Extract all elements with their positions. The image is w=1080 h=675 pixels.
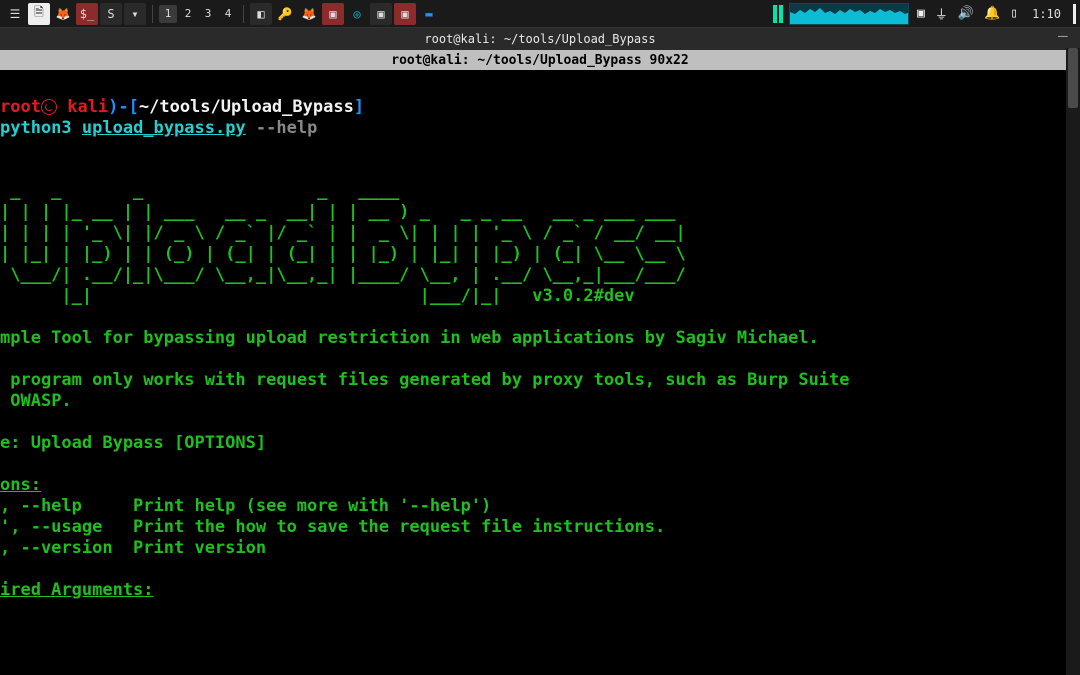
- app-icon[interactable]: ▣: [394, 3, 416, 25]
- scrollbar[interactable]: [1066, 48, 1080, 675]
- taskbar: ☰ 🗎 🦊 $_ S ▾ 1 2 3 4 ◧ 🔑 🦊 ▣ ◎ ▣ ▣ ▬ ▣ ⏚…: [0, 0, 1080, 28]
- minimize-icon[interactable]: –: [1058, 31, 1072, 45]
- firefox2-icon[interactable]: 🦊: [298, 3, 320, 25]
- files-icon[interactable]: 🗎: [28, 3, 50, 25]
- prompt-at-icon: [41, 97, 57, 117]
- volume-icon[interactable]: 🔊: [958, 6, 974, 21]
- burp-icon[interactable]: ▣: [322, 3, 344, 25]
- screenshot-icon[interactable]: ◧: [250, 3, 272, 25]
- battery-icon[interactable]: ▯: [1010, 6, 1018, 21]
- sublime-icon[interactable]: S: [100, 3, 122, 25]
- terminal-dimensions: root@kali: ~/tools/Upload_Bypass 90x22: [391, 53, 688, 68]
- cmd-arg: --help: [256, 118, 317, 138]
- folder-icon[interactable]: ▬: [418, 3, 440, 25]
- keepass-icon[interactable]: 🔑: [274, 3, 296, 25]
- cpu-graph[interactable]: [789, 3, 909, 25]
- usage-line: e: Upload Bypass [OPTIONS]: [0, 433, 266, 453]
- edge-handle[interactable]: [1073, 4, 1076, 24]
- camera-icon[interactable]: ▣: [917, 6, 925, 21]
- tool-description: mple Tool for bypassing upload restricti…: [0, 328, 819, 348]
- ascii-art-line: | | | | '_ \| |/ _ \ / _` |/ _` | | _ \|…: [0, 223, 686, 243]
- terminal-dimensions-bar: root@kali: ~/tools/Upload_Bypass 90x22: [0, 50, 1080, 70]
- terminal-icon[interactable]: $_: [76, 3, 98, 25]
- cpu-bar-icon: [773, 5, 783, 23]
- option-row: , --version Print version: [0, 538, 266, 558]
- prompt-host: kali: [67, 97, 108, 117]
- ascii-art-line: |_| |___/|_| v3.0.2#dev: [0, 286, 635, 306]
- separator: [152, 5, 153, 23]
- options-header: ons:: [0, 475, 41, 495]
- menu-icon[interactable]: ☰: [4, 3, 26, 25]
- required-args-header: ired Arguments:: [0, 580, 154, 600]
- prompt-user: root: [0, 97, 41, 117]
- prompt-line-1: root kali)-[~/tools/Upload_Bypass]: [0, 97, 364, 117]
- separator: [243, 5, 244, 23]
- ascii-art-line: _ _ _ _ ____: [0, 181, 399, 201]
- ascii-art-line: \___/| .__/|_|\___/ \__,_|\__,_| |____/ …: [0, 265, 686, 285]
- firefox-icon[interactable]: 🦊: [52, 3, 74, 25]
- terminal-window: root@kali: ~/tools/Upload_Bypass – root@…: [0, 28, 1080, 675]
- wifi-icon[interactable]: ⏚: [935, 4, 948, 23]
- prompt-line-2: python3 upload_bypass.py --help: [0, 118, 317, 138]
- workspace-3[interactable]: 3: [199, 5, 217, 23]
- window-titlebar[interactable]: root@kali: ~/tools/Upload_Bypass –: [0, 28, 1080, 50]
- bell-icon[interactable]: 🔔: [984, 6, 1000, 21]
- clock[interactable]: 1:10: [1026, 7, 1067, 21]
- system-tray: ▣ ⏚ 🔊 🔔 ▯: [911, 4, 1024, 23]
- term2-icon[interactable]: ▣: [370, 3, 392, 25]
- app-drawer-icon[interactable]: ▾: [124, 3, 146, 25]
- terminal-body[interactable]: root kali)-[~/tools/Upload_Bypass] pytho…: [0, 70, 1080, 675]
- cmd-script: upload_bypass.py: [82, 118, 246, 138]
- option-row: ', --usage Print the how to save the req…: [0, 517, 665, 537]
- chromium-icon[interactable]: ◎: [346, 3, 368, 25]
- tool-note: program only works with request files ge…: [0, 370, 850, 411]
- option-row: , --help Print help (see more with '--he…: [0, 496, 491, 516]
- scrollbar-thumb[interactable]: [1068, 48, 1078, 108]
- window-title: root@kali: ~/tools/Upload_Bypass: [424, 32, 655, 46]
- prompt-cwd: ~/tools/Upload_Bypass: [139, 97, 354, 117]
- workspace-2[interactable]: 2: [179, 5, 197, 23]
- workspace-4[interactable]: 4: [219, 5, 237, 23]
- ascii-art-line: | | | |_ __ | | ___ __ _ __| | | __ ) _ …: [0, 202, 676, 222]
- ascii-art-line: | |_| | |_) | | (_) | (_| | (_| | | |_) …: [0, 244, 686, 264]
- cmd-interpreter: python3: [0, 118, 72, 138]
- workspace-1[interactable]: 1: [159, 5, 177, 23]
